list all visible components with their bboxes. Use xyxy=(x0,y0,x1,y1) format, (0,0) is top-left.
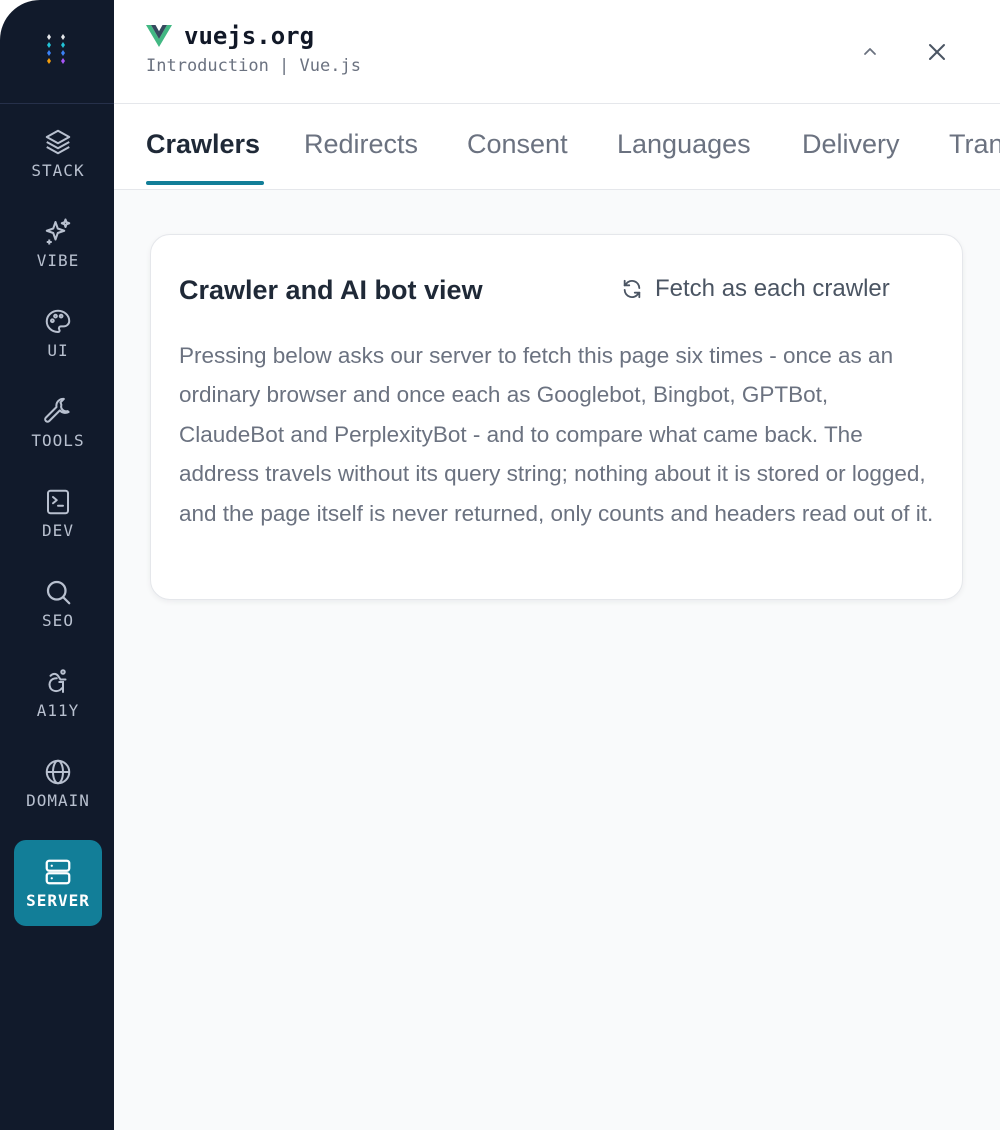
sidebar-item-domain[interactable]: DOMAIN xyxy=(14,740,102,826)
extension-panel: STACK VIBE UI TOOLS DEV SEO A11Y DOMAIN … xyxy=(0,0,1000,1130)
tab-languages[interactable]: Languages xyxy=(617,128,751,160)
site-name: vuejs.org xyxy=(184,22,315,50)
chevron-up-icon xyxy=(864,48,876,55)
tab-redirects[interactable]: Redirects xyxy=(304,128,418,160)
active-tab-indicator xyxy=(146,181,264,185)
main-content: Crawler and AI bot view Fetch as each cr… xyxy=(114,190,1000,1130)
fetch-button-label: Fetch as each crawler xyxy=(655,275,890,302)
site-title-row: vuejs.org xyxy=(146,22,314,50)
page-title: Introduction | Vue.js xyxy=(146,56,361,76)
brand-logo[interactable] xyxy=(0,0,114,104)
card-description: Pressing below asks our server to fetch … xyxy=(179,343,934,526)
sidebar-item-tools[interactable]: TOOLS xyxy=(14,380,102,466)
server-icon xyxy=(45,859,71,885)
sidebar-item-a11y[interactable]: A11Y xyxy=(14,650,102,736)
terminal-icon xyxy=(47,489,69,515)
sidebar-item-label: STACK xyxy=(31,161,85,180)
sidebar-item-vibe[interactable]: VIBE xyxy=(14,200,102,286)
tab-tran[interactable]: Tran xyxy=(949,128,1000,160)
layers-icon xyxy=(45,129,71,155)
close-icon xyxy=(929,44,945,60)
sidebar-item-label: VIBE xyxy=(36,251,80,270)
globe-icon xyxy=(45,759,71,785)
sidebar-item-dev[interactable]: DEV xyxy=(14,470,102,556)
refresh-icon xyxy=(623,279,641,299)
vue-logo-icon xyxy=(146,25,172,47)
tab-delivery[interactable]: Delivery xyxy=(802,128,900,160)
sparkle-grid-icon xyxy=(47,33,65,64)
sidebar-item-server[interactable]: SERVER xyxy=(14,840,102,926)
sidebar-item-label: DOMAIN xyxy=(26,791,90,810)
accessibility-icon xyxy=(48,669,67,693)
sidebar-item-label: UI xyxy=(47,341,69,360)
tab-consent[interactable]: Consent xyxy=(467,128,568,160)
panel-header: vuejs.org Introduction | Vue.js xyxy=(114,0,1000,104)
search-icon xyxy=(46,580,71,605)
sidebar: STACK VIBE UI TOOLS DEV SEO A11Y DOMAIN … xyxy=(0,0,114,1130)
sidebar-item-label: SEO xyxy=(42,611,74,630)
tab-crawlers[interactable]: Crawlers xyxy=(146,128,260,160)
sidebar-item-label: TOOLS xyxy=(31,431,85,450)
collapse-button[interactable] xyxy=(852,34,888,70)
sidebar-item-seo[interactable]: SEO xyxy=(14,560,102,646)
crawler-view-card: Crawler and AI bot view Fetch as each cr… xyxy=(150,234,963,600)
sidebar-item-label: SERVER xyxy=(26,891,90,910)
sidebar-item-ui[interactable]: UI xyxy=(14,290,102,376)
palette-icon xyxy=(45,309,71,334)
fetch-as-crawler-button[interactable]: Fetch as each crawler xyxy=(621,275,890,303)
sidebar-item-label: DEV xyxy=(42,521,74,540)
sidebar-item-label: A11Y xyxy=(36,701,80,720)
tab-bar: Crawlers Redirects Consent Languages Del… xyxy=(114,104,1000,190)
sidebar-item-stack[interactable]: STACK xyxy=(14,110,102,196)
sparkles-icon xyxy=(45,218,71,245)
card-title: Crawler and AI bot view xyxy=(179,275,483,305)
close-button[interactable] xyxy=(919,34,955,70)
wrench-icon xyxy=(44,397,70,423)
